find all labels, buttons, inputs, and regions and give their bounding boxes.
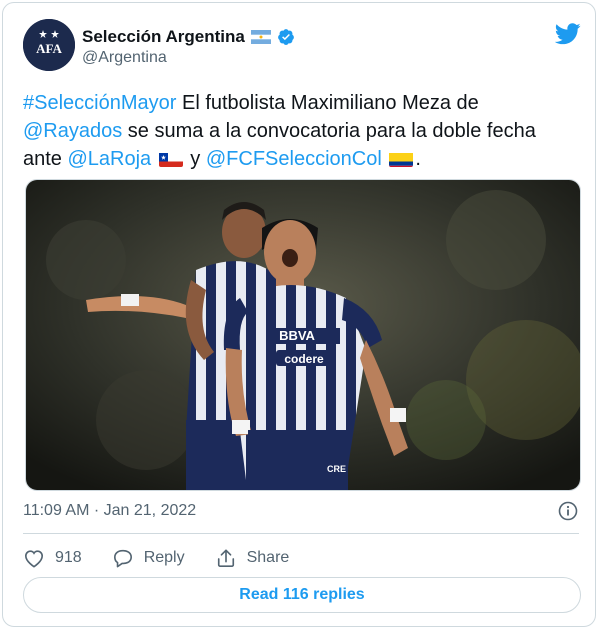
info-icon[interactable] [558, 501, 578, 521]
tweet-timestamp[interactable]: 11:09 AM · Jan 21, 2022 [23, 502, 196, 520]
tweet-text-part: El futbolista Maximiliano Meza de [176, 92, 479, 114]
share-label: Share [246, 549, 290, 566]
reply-label: Reply [143, 549, 185, 566]
mention-laroja-link[interactable]: @LaRoja [67, 148, 151, 170]
tweet-card: AFA Selección Argentina @Argentina #Sele… [2, 2, 596, 627]
like-button[interactable]: 918 [23, 548, 82, 568]
read-replies-button[interactable]: Read 116 replies [23, 577, 581, 613]
avatar[interactable]: AFA [23, 19, 75, 71]
tweet-photo[interactable]: BBVA codere CRE [25, 179, 581, 491]
tweet-text-part: y [184, 148, 206, 170]
verified-badge-icon [277, 29, 294, 45]
hashtag-link[interactable]: #SelecciónMayor [23, 92, 176, 114]
share-icon [217, 549, 234, 567]
author-handle[interactable]: @Argentina [82, 49, 167, 67]
tweet-actions: 918 Reply Share [23, 543, 319, 573]
mention-rayados-link[interactable]: @Rayados [23, 120, 122, 142]
tweet-text: #SelecciónMayor El futbolista Maximilian… [23, 89, 579, 173]
tweet-text-part: . [415, 148, 421, 170]
divider [23, 533, 579, 534]
mention-fcf-link[interactable]: @FCFSeleccionCol [206, 148, 382, 170]
like-count: 918 [55, 549, 82, 566]
jersey-sponsor-text: BBVA [279, 328, 315, 343]
share-button[interactable]: Share [215, 548, 290, 568]
reply-icon [113, 549, 132, 568]
author-name-row[interactable]: Selección Argentina [82, 27, 295, 47]
chile-flag-icon [158, 150, 183, 167]
heart-icon [24, 550, 44, 568]
football-player-photo: BBVA codere CRE [26, 180, 580, 490]
argentina-flag-icon [250, 30, 271, 44]
author-name[interactable]: Selección Argentina [82, 27, 245, 47]
twitter-bird-icon[interactable] [555, 23, 581, 45]
reply-button[interactable]: Reply [112, 548, 185, 568]
avatar-text: AFA [36, 41, 62, 56]
shorts-text: CRE [327, 464, 346, 474]
jersey-sponsor2-text: codere [284, 352, 324, 366]
afa-logo-icon: AFA [23, 19, 75, 71]
colombia-flag-icon [389, 150, 414, 167]
